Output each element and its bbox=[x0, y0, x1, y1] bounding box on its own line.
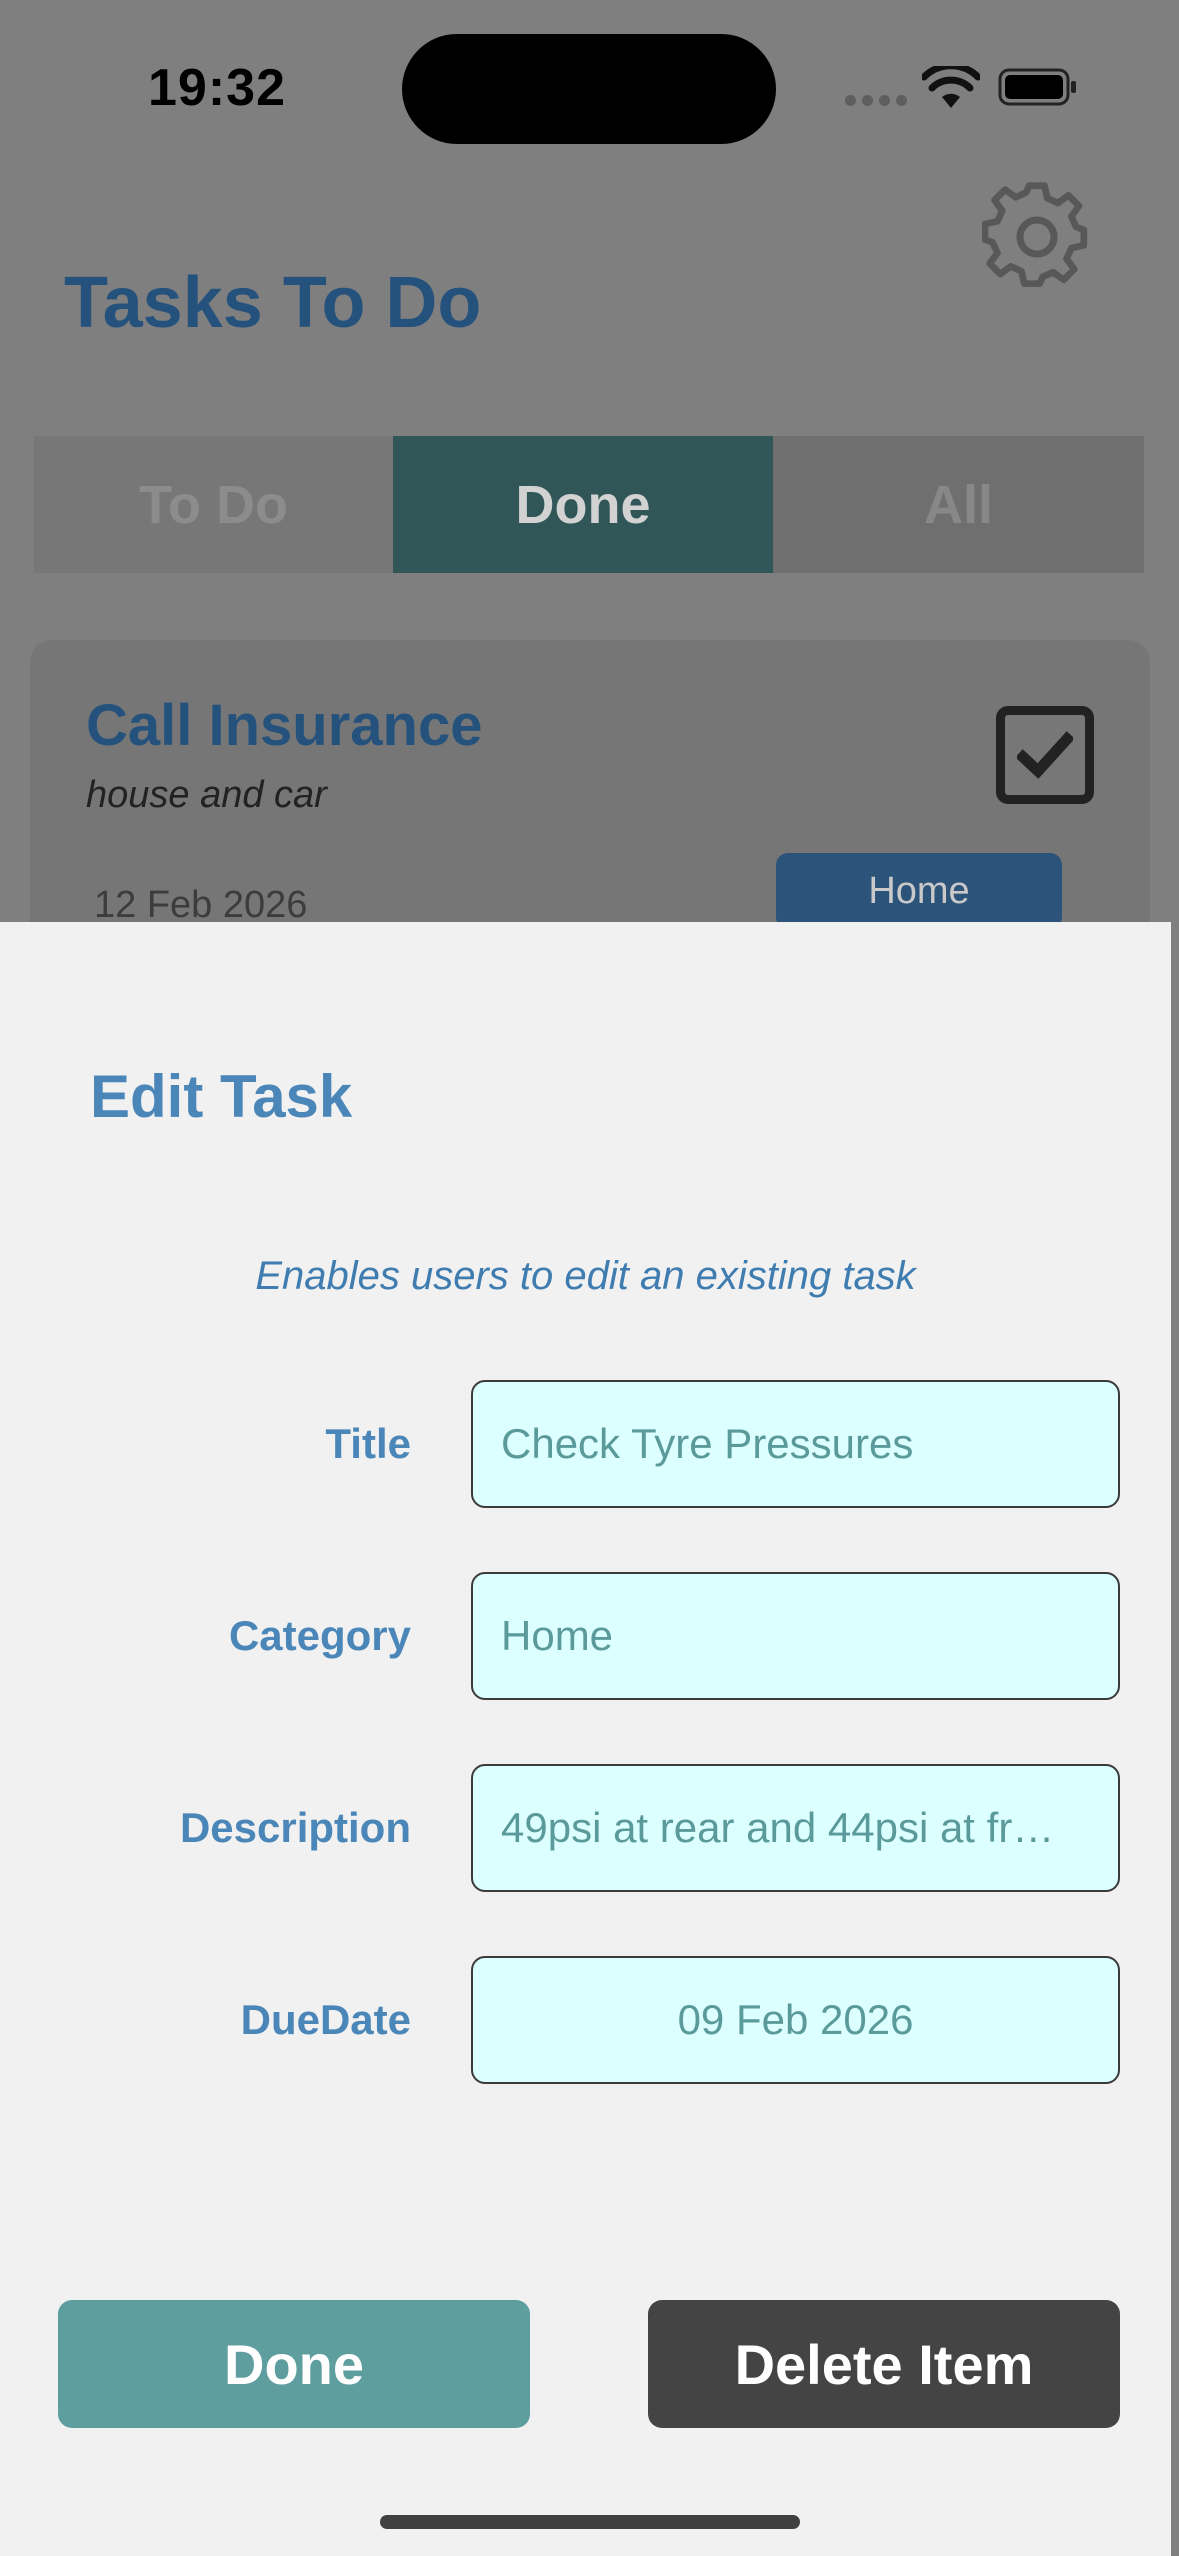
wifi-icon bbox=[922, 66, 980, 108]
status-bar: 19:32 bbox=[0, 0, 1179, 170]
home-indicator[interactable] bbox=[380, 2515, 800, 2529]
sheet-title: Edit Task bbox=[90, 1063, 353, 1130]
done-button[interactable]: Done bbox=[58, 2300, 530, 2428]
status-time: 19:32 bbox=[148, 59, 286, 117]
battery-icon bbox=[998, 68, 1076, 106]
category-badge: Home bbox=[776, 853, 1062, 929]
due-date-picker[interactable]: 09 Feb 2026 bbox=[471, 1956, 1120, 2084]
checkmark-icon bbox=[1017, 731, 1073, 779]
category-label: Category bbox=[228, 1612, 411, 1659]
task-done-checkbox[interactable] bbox=[996, 706, 1094, 804]
task-due-date: 12 Feb 2026 bbox=[94, 884, 308, 926]
description-field[interactable]: 49psi at rear and 44psi at fr… bbox=[471, 1764, 1120, 1892]
task-title: Call Insurance bbox=[86, 693, 483, 758]
delete-item-button[interactable]: Delete Item bbox=[648, 2300, 1120, 2428]
dynamic-island bbox=[402, 34, 776, 144]
filter-segmented-control: To Do Done All bbox=[34, 436, 1144, 573]
title-row: Title Check Tyre Pressures bbox=[0, 1380, 1171, 1508]
gear-icon[interactable] bbox=[982, 182, 1092, 292]
task-card[interactable]: Call Insurance house and car 12 Feb 2026… bbox=[30, 640, 1150, 960]
due-date-row: DueDate 09 Feb 2026 bbox=[0, 1956, 1171, 2084]
title-label: Title bbox=[325, 1420, 411, 1467]
description-label: Description bbox=[179, 1804, 411, 1851]
tab-done[interactable]: Done bbox=[393, 436, 773, 573]
tab-all[interactable]: All bbox=[773, 436, 1144, 573]
tab-to-do[interactable]: To Do bbox=[34, 436, 393, 573]
sheet-subtitle: Enables users to edit an existing task bbox=[255, 1254, 916, 1298]
category-field[interactable]: Home bbox=[471, 1572, 1120, 1700]
title-field[interactable]: Check Tyre Pressures bbox=[471, 1380, 1120, 1508]
task-description: house and car bbox=[86, 774, 327, 816]
category-row: Category Home bbox=[0, 1572, 1171, 1700]
due-date-label: DueDate bbox=[240, 1996, 411, 2043]
cellular-signal-icon bbox=[845, 95, 907, 106]
edit-task-sheet: Edit Task Enables users to edit an exist… bbox=[0, 922, 1171, 2556]
page-title: Tasks To Do bbox=[64, 263, 482, 343]
description-row: Description 49psi at rear and 44psi at f… bbox=[0, 1764, 1171, 1892]
